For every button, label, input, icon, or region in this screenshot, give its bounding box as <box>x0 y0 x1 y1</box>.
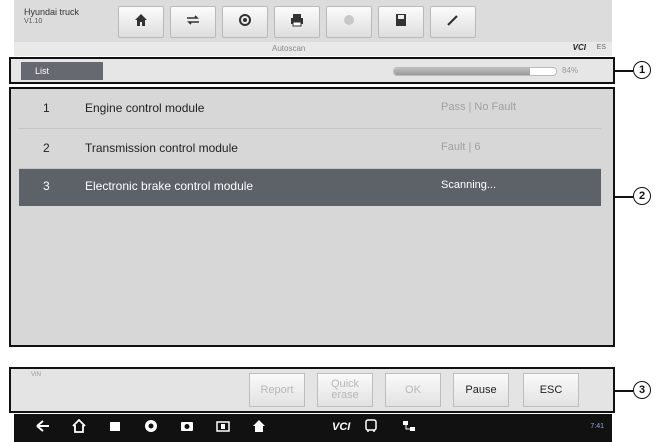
quick-erase-button[interactable]: Quick erase <box>317 373 373 407</box>
module-number: 1 <box>43 101 50 115</box>
vehicle-swap-button[interactable] <box>170 6 216 38</box>
top-toolbar: Hyundai truck V1.10 <box>14 0 612 43</box>
progress-bar <box>393 67 557 76</box>
gallery-icon <box>215 418 231 439</box>
tab-list[interactable]: List <box>21 62 103 80</box>
back-button[interactable] <box>34 419 52 437</box>
function-button-region: VIN Report Quick erase OK Pause ESC <box>9 367 615 413</box>
app-title: Hyundai truck <box>24 7 80 17</box>
android-navbar: VCI 7:41 <box>14 414 612 442</box>
back-arrow-icon <box>35 418 51 439</box>
save-button[interactable] <box>378 6 424 38</box>
callout-2: 2 <box>633 187 651 205</box>
module-list-region: 1 Engine control module Pass | No Fault … <box>9 87 615 347</box>
app-version: V1.10 <box>24 18 43 25</box>
vehicle-button[interactable] <box>362 418 380 439</box>
tablet-screen: Hyundai truck V1.10 Autoscan VCI ES List… <box>0 0 662 442</box>
callout-leader <box>615 70 633 72</box>
report-button[interactable]: Report <box>249 373 305 407</box>
bus-icon <box>363 418 379 439</box>
progress-bar-fill <box>394 68 531 75</box>
settings-button[interactable] <box>222 6 268 38</box>
edit-icon <box>445 12 461 33</box>
home-icon <box>71 418 87 439</box>
callout-1: 1 <box>633 61 651 79</box>
print-icon <box>289 12 305 33</box>
gallery-button[interactable] <box>214 419 232 437</box>
module-number: 2 <box>43 141 50 155</box>
screen-title: Autoscan <box>272 44 306 53</box>
row-divider <box>19 128 601 129</box>
system-status: 7:41 <box>590 423 604 430</box>
print-button[interactable] <box>274 6 320 38</box>
callout-3: 3 <box>633 381 651 399</box>
module-row[interactable]: 1 Engine control module Pass | No Fault <box>19 91 601 128</box>
save-icon <box>393 12 409 33</box>
module-row-selected[interactable]: 3 Electronic brake control module Scanni… <box>19 169 601 206</box>
browser-button[interactable] <box>142 419 160 437</box>
multitask-button[interactable] <box>400 419 418 437</box>
callout-leader <box>615 390 633 392</box>
help-icon <box>341 12 357 33</box>
settings-icon <box>237 12 253 33</box>
module-name: Engine control module <box>85 101 205 115</box>
callout-leader <box>615 196 633 198</box>
home-nav-button[interactable] <box>70 418 88 439</box>
module-number: 3 <box>43 179 50 193</box>
status-line: Autoscan VCI ES <box>14 42 612 56</box>
module-status: Fault | 6 <box>441 141 481 153</box>
recent-apps-button[interactable] <box>106 419 124 437</box>
home-icon <box>133 12 149 33</box>
vci-extra-label: ES <box>596 44 606 51</box>
help-button[interactable] <box>326 6 372 38</box>
vin-label: VIN <box>31 372 42 378</box>
module-name: Electronic brake control module <box>85 179 254 193</box>
maxisys-home-button[interactable] <box>250 419 268 437</box>
camera-button[interactable] <box>178 419 196 437</box>
module-status: Pass | No Fault <box>441 101 516 113</box>
home-icon <box>251 418 267 439</box>
pause-button[interactable]: Pause <box>453 373 509 407</box>
module-name: Transmission control module <box>85 141 238 155</box>
module-row[interactable]: 2 Transmission control module Fault | 6 <box>19 131 601 168</box>
home-button[interactable] <box>118 6 164 38</box>
module-status: Scanning... <box>441 179 497 191</box>
browser-icon <box>143 418 159 439</box>
camera-icon <box>179 418 195 439</box>
ok-button[interactable]: OK <box>385 373 441 407</box>
esc-button[interactable]: ESC <box>523 373 579 407</box>
recent-apps-icon <box>107 418 123 439</box>
edit-button[interactable] <box>430 6 476 38</box>
navigation-bar-region: List 84% <box>9 57 615 84</box>
vci-indicator: VCI <box>572 43 586 52</box>
progress-label: 84% <box>562 66 579 75</box>
vci-nav-label[interactable]: VCI <box>332 421 350 433</box>
network-icon <box>401 418 417 439</box>
vehicle-swap-icon <box>185 12 201 33</box>
